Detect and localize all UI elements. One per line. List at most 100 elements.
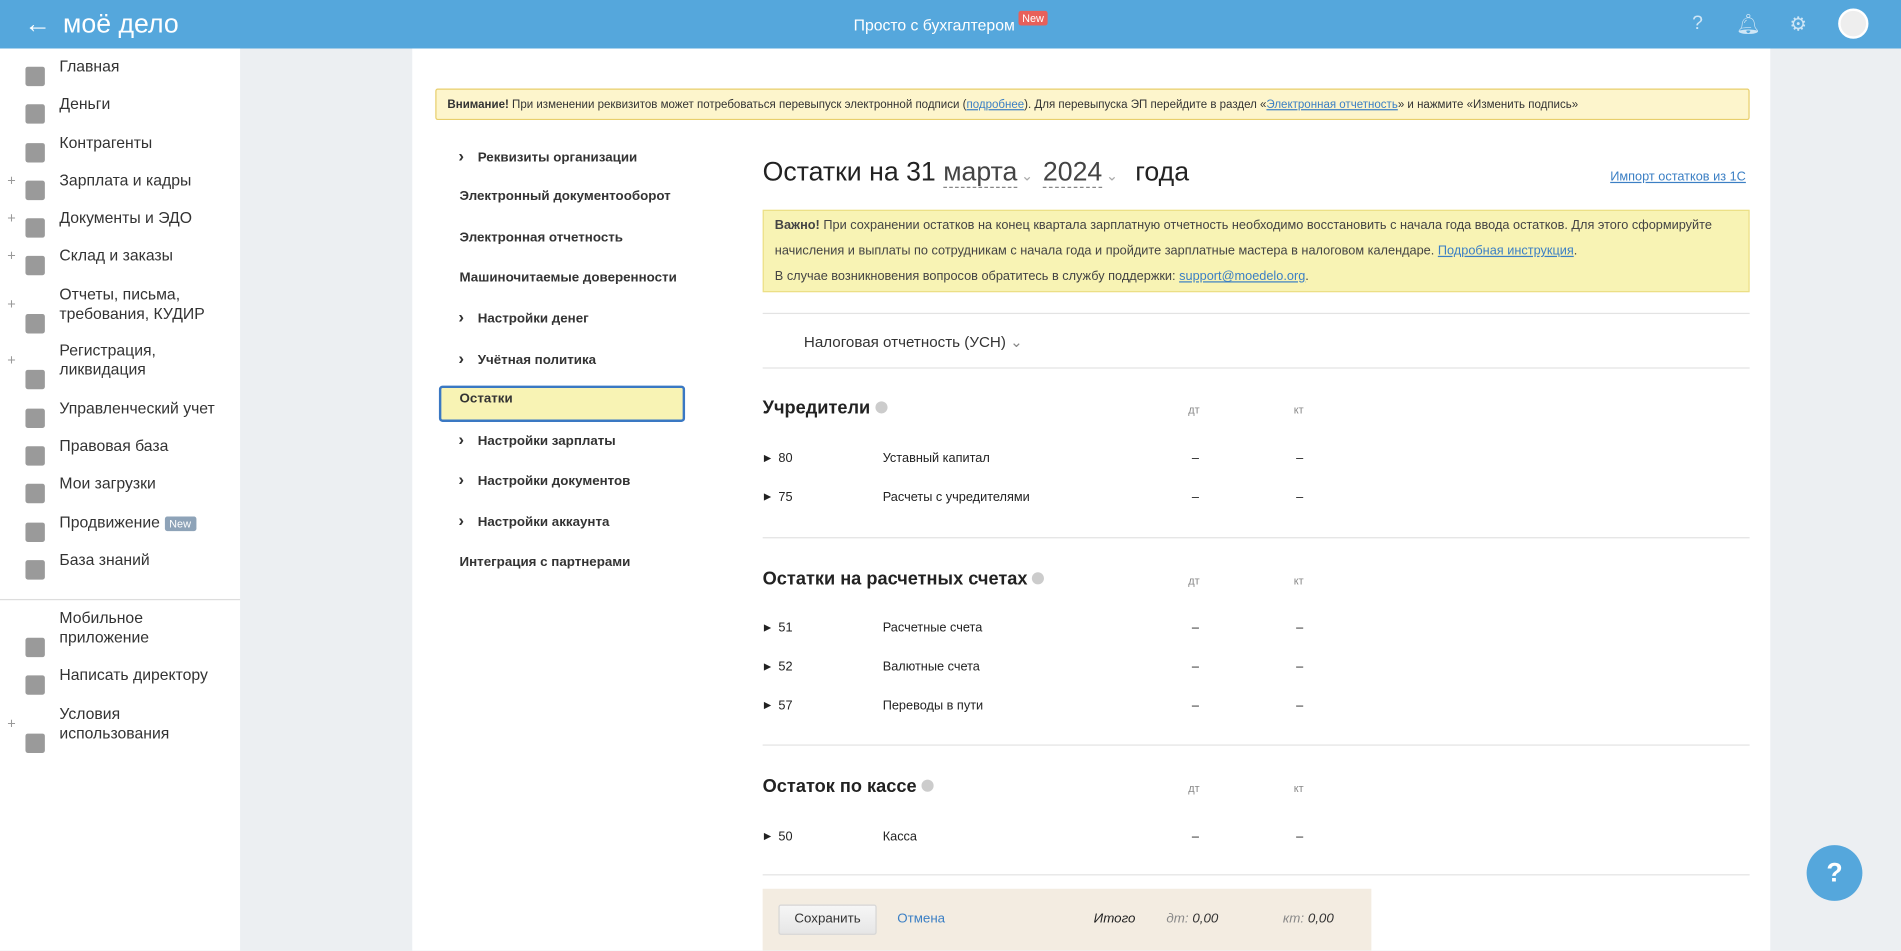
sidebar-item-icon [25, 104, 45, 124]
total-kt: кт: 0,00 [1283, 912, 1334, 927]
settings-menu-item[interactable]: Настройки зарплаты [458, 429, 615, 448]
kt-value[interactable]: – [1296, 660, 1303, 675]
dt-value[interactable]: – [1192, 621, 1199, 636]
alert-text: ). Для перевыпуска ЭП перейдите в раздел… [1024, 98, 1267, 112]
expand-triangle-icon[interactable]: ▶ [764, 452, 771, 463]
info-icon[interactable] [1032, 572, 1045, 585]
instruction-link[interactable]: Подробная инструкция [1438, 244, 1574, 259]
chevron-down-icon: ⌄ [1010, 333, 1023, 351]
settings-menu-item[interactable]: Настройки документов [458, 469, 630, 488]
sidebar-item-icon [25, 218, 45, 238]
sidebar-item-label: Написать директору [59, 666, 229, 685]
support-email-link[interactable]: support@moedelo.org [1179, 269, 1305, 284]
settings-menu-item[interactable]: Настройки денег [458, 307, 588, 326]
account-name: Расчеты с учредителями [882, 489, 1030, 505]
e-reporting-link[interactable]: Электронная отчетность [1266, 98, 1397, 111]
expand-triangle-icon[interactable]: ▶ [764, 661, 771, 672]
sidebar-item-label: Регистрация, ликвидация [59, 341, 229, 380]
avatar[interactable] [1838, 8, 1869, 39]
expand-icon[interactable]: + [7, 247, 16, 264]
sidebar-item-label: База знаний [59, 550, 229, 569]
tab-label: Налоговая отчетность (УСН) [803, 333, 1006, 351]
label-text: Условия использования [59, 704, 170, 743]
info-icon[interactable] [921, 779, 934, 792]
bell-icon[interactable]: 🔔︎ [1736, 12, 1761, 36]
expand-icon[interactable]: + [7, 172, 16, 189]
expand-triangle-icon[interactable]: ▶ [764, 700, 771, 711]
settings-menu-item[interactable]: Машиночитаемые доверенности [460, 270, 677, 285]
dt-value[interactable]: – [1192, 451, 1199, 466]
chevron-down-icon[interactable]: ⌄ [1106, 167, 1118, 184]
expand-icon[interactable]: + [7, 352, 16, 369]
account-name: Расчетные счета [882, 620, 983, 636]
cancel-link[interactable]: Отмена [897, 912, 945, 927]
help-fab-button[interactable]: ? [1806, 845, 1863, 901]
dt-value[interactable]: – [1192, 698, 1199, 713]
account-code: 51 [778, 620, 793, 636]
sidebar-item-label: Контрагенты [59, 133, 229, 152]
year-select[interactable]: 2024 [1042, 156, 1103, 188]
expand-triangle-icon[interactable]: ▶ [764, 622, 771, 633]
section-title-text: Остаток по кассе [762, 776, 917, 797]
section-title: Остаток по кассе [763, 776, 934, 797]
notice-text: В случае возникновения вопросов обратите… [774, 269, 1180, 284]
settings-menu-item[interactable]: Электронный документооборот [460, 189, 671, 204]
dt-label: дт: [1166, 911, 1189, 927]
account-name: Уставный капитал [882, 451, 990, 466]
alert-text: » и нажмите «Изменить подпись» [1397, 98, 1579, 112]
dt-value[interactable]: – [1192, 829, 1199, 844]
label-text: Мои загрузки [59, 474, 156, 493]
sidebar-item-label: Условия использования [59, 704, 229, 743]
settings-menu-item[interactable]: Электронная отчетность [460, 230, 623, 245]
dt-column-header: дт [1188, 403, 1200, 416]
kt-value[interactable]: – [1296, 621, 1303, 636]
expand-icon[interactable]: + [7, 715, 16, 732]
total-label: Итого [1093, 911, 1136, 927]
kt-value[interactable]: – [1296, 829, 1303, 844]
alert-text: При изменении реквизитов может потребова… [508, 98, 967, 112]
header-title[interactable]: Просто с бухгалтером New [0, 10, 1901, 34]
sidebar-item-icon [25, 675, 45, 695]
dt-value: 0,00 [1192, 911, 1219, 927]
dt-value[interactable]: – [1192, 490, 1199, 505]
info-icon[interactable] [875, 401, 888, 414]
settings-menu-item[interactable]: Остатки [460, 392, 513, 407]
save-button[interactable]: Сохранить [778, 904, 877, 935]
sidebar-item-label: Управленческий учет [59, 399, 229, 418]
expand-triangle-icon[interactable]: ▶ [764, 831, 771, 842]
dt-value[interactable]: – [1192, 660, 1199, 675]
settings-menu-item[interactable]: Настройки аккаунта [458, 510, 609, 529]
sidebar-item-icon [25, 733, 45, 753]
divider [762, 874, 1750, 876]
settings-menu-item[interactable]: Учётная политика [458, 348, 596, 367]
sidebar: Главная Деньги Контрагенты + Зарплата и кадр… [0, 48, 241, 951]
settings-menu-item[interactable]: Интеграция с партнерами [460, 555, 631, 570]
kt-column-header: кт [1293, 403, 1304, 416]
gear-icon[interactable]: ⚙ [1786, 12, 1810, 36]
account-name: Касса [882, 829, 918, 844]
help-icon[interactable]: ? [1685, 12, 1709, 36]
tax-reporting-tab[interactable]: Налоговая отчетность (УСН) ⌄ [804, 332, 1023, 350]
kt-value[interactable]: – [1296, 490, 1303, 505]
sidebar-item-label: Мои загрузки [59, 474, 229, 493]
expand-icon[interactable]: + [7, 210, 16, 227]
kt-value[interactable]: – [1296, 698, 1303, 713]
chevron-down-icon[interactable]: ⌄ [1021, 167, 1033, 184]
section-title: Учредители [763, 398, 888, 418]
kt-value[interactable]: – [1296, 451, 1303, 466]
sidebar-item-label: Документы и ЭДО [59, 209, 229, 228]
label-text: Управленческий учет [59, 398, 215, 418]
label-text: Деньги [59, 94, 111, 113]
kt-column-header: кт [1293, 782, 1304, 795]
warning-banner: Внимание! При изменении реквизитов может… [435, 88, 1750, 121]
month-select[interactable]: марта [943, 156, 1018, 188]
expand-icon[interactable]: + [7, 296, 16, 313]
details-link[interactable]: подробнее [966, 98, 1024, 111]
expand-triangle-icon[interactable]: ▶ [764, 491, 771, 502]
title-suffix: года [1135, 156, 1190, 187]
divider [762, 312, 1750, 315]
import-1c-link[interactable]: Импорт остатков из 1С [1610, 170, 1746, 185]
account-code: 52 [778, 659, 793, 675]
sidebar-item-icon [25, 143, 45, 163]
settings-menu-item[interactable]: Реквизиты организации [458, 145, 637, 164]
